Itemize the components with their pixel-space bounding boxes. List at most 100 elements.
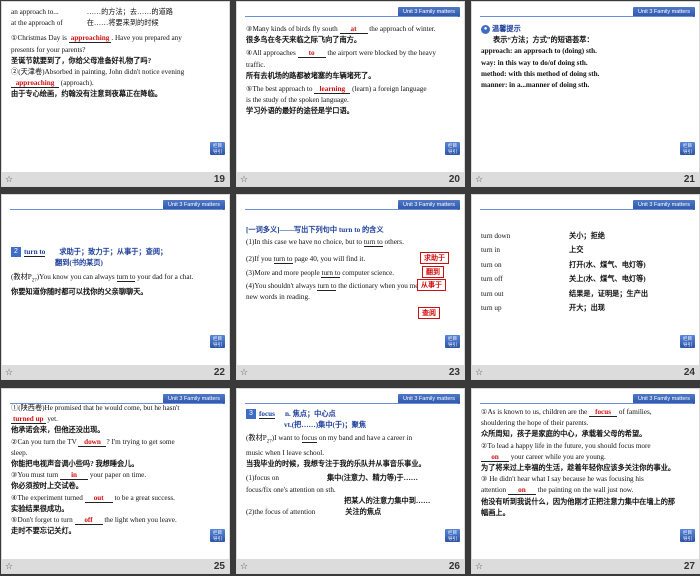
back-button[interactable]: 栏目 导引 <box>210 142 225 155</box>
slide-footer: ☆ 20 <box>237 172 464 186</box>
star-icon[interactable]: ☆ <box>240 368 248 378</box>
slide-number: 24 <box>683 367 695 378</box>
star-icon[interactable]: ☆ <box>5 368 13 378</box>
translation: 由于专心绘画，约翰没有注意到夜幕正在降临。 <box>11 90 162 99</box>
slide-content: ①As is known to us, children are the foc… <box>472 389 699 561</box>
star-icon[interactable]: ☆ <box>240 562 248 572</box>
slide-20[interactable]: ③Many kinds of birds fly south at the ap… <box>236 1 465 187</box>
translation: 幅画上。 <box>481 508 510 517</box>
sentence: to be a great success. <box>112 493 175 502</box>
header-divider <box>10 209 223 210</box>
answer-blank: to <box>297 49 326 59</box>
sentence: ②(天津卷)Absorbed in painting, John didn't … <box>11 68 185 77</box>
tip-line: approach: an approach to (doing) sth. <box>481 47 597 56</box>
phrase-cn: 结果是，证明是；生产出 <box>569 289 649 298</box>
back-button[interactable]: 栏目 导引 <box>680 529 695 542</box>
slide-23[interactable]: [一词多义]——写出下列句中 turn to 的含义 (1)In this ca… <box>236 194 465 380</box>
translation: 当我毕业的时候，我想专注于我的乐队并从事音乐事业。 <box>246 460 426 469</box>
slide-22[interactable]: 2 turn to 求助于；致力于；从事于；查阅； 翻到(书的某页) (教材P27)… <box>1 194 230 380</box>
translation: 所有去机场的路都被堵塞的车辆堵死了。 <box>246 71 376 80</box>
sentence: your career while you are young. <box>509 452 606 461</box>
star-icon[interactable]: ☆ <box>475 175 483 185</box>
sentence: ⑤The best approach to <box>246 85 315 94</box>
highlight-phrase: turn to <box>363 238 383 248</box>
example-sentence: music when I leave school. <box>246 449 325 458</box>
collocation: focus/fix one's attention on sth. <box>246 485 336 494</box>
slide-25[interactable]: ①(陕西卷)He promised that he would come, bu… <box>1 388 230 574</box>
phrase-en: turn on <box>481 260 502 269</box>
translation: 实验结果很成功。 <box>11 504 69 513</box>
star-icon[interactable]: ☆ <box>475 562 483 572</box>
sentence: ①As is known to us, children are the <box>481 408 590 416</box>
sentence: ②To lead a happy life in the future, you… <box>481 441 651 450</box>
slide-number: 20 <box>448 174 460 185</box>
translation: 学习外语的最好的途径是学口语。 <box>246 107 354 116</box>
answer-blank: out <box>84 494 113 503</box>
tip-line: 表示“方法；方式”的短语荟萃： <box>493 36 594 45</box>
slide-number: 22 <box>213 367 225 378</box>
slide-content: ①(陕西卷)He promised that he would come, bu… <box>2 389 229 561</box>
slide-24[interactable]: turn down 关小；拒绝 turn in 上交 turn on 打开(水、煤气、电灯… <box>471 194 700 380</box>
star-icon[interactable]: ☆ <box>5 562 13 572</box>
back-button[interactable]: 栏目 导引 <box>445 529 460 542</box>
phrase-cn: 开大；出现 <box>569 303 605 312</box>
answer-blank: on <box>481 453 509 462</box>
example-sentence: on my band and have a career in <box>317 434 413 443</box>
answer-stamp: 从事于 <box>417 279 446 291</box>
slide-21[interactable]: ● 温馨提示 表示“方法；方式”的短语荟萃： approach: an appro… <box>471 1 700 187</box>
slide-19[interactable]: an approach to... ……的方法；去……的道路 at the app… <box>1 1 230 187</box>
item-number: 2 <box>11 247 21 258</box>
highlight-phrase: turn to <box>116 273 136 283</box>
highlight-phrase: focus <box>301 434 318 444</box>
translation: 圣诞节就要到了，你给父母准备好礼物了吗? <box>11 56 152 65</box>
sentence: (4)You shouldn't always <box>246 281 318 290</box>
slide-content: ③Many kinds of birds fly south at the ap… <box>237 2 464 174</box>
tip-line: manner: in a...manner of doing sth. <box>481 81 590 90</box>
translation: 很多鸟在冬天来临之际飞向了南方。 <box>246 36 362 45</box>
answer-blank: on <box>507 486 536 496</box>
translation: 为了将来过上幸福的生活，趁着年轻你应该多关注你的事业。 <box>481 464 676 473</box>
slide-number: 25 <box>213 561 225 572</box>
sentence: page 40, you will find it. <box>292 255 366 264</box>
phrase-cn: 关小；拒绝 <box>569 232 605 240</box>
slide-26[interactable]: 3 focus n. 焦点；中心点 vt.(把……)集中(于)；聚焦 (教材P27)… <box>236 388 465 574</box>
translation: 众所周知，孩子是家庭的中心，承载着父母的希望。 <box>481 430 647 439</box>
translation: 他没有听到我说什么，因为他刚才正把注意力集中在墙上的那 <box>481 497 676 506</box>
star-icon[interactable]: ☆ <box>475 368 483 378</box>
textbook-ref: (教材P <box>246 434 267 443</box>
slide-number: 27 <box>683 561 695 572</box>
highlight-phrase: turn to <box>273 255 293 265</box>
sentence: is the study of the spoken language. <box>246 96 349 105</box>
sentence: your paper on time. <box>88 471 147 480</box>
slide-footer: ☆ 22 <box>2 365 229 379</box>
back-button[interactable]: 栏目 导引 <box>210 335 225 348</box>
back-button[interactable]: 栏目 导引 <box>210 529 225 542</box>
back-button[interactable]: 栏目 导引 <box>680 335 695 348</box>
slide-27[interactable]: ①As is known to us, children are the foc… <box>471 388 700 574</box>
sentence: computer science. <box>340 268 395 277</box>
answer-stamp: 求助于 <box>420 252 449 264</box>
phrase-en: turn down <box>481 232 511 240</box>
slide-number: 21 <box>683 174 695 185</box>
translation: 你必须按时上交试卷。 <box>11 482 83 491</box>
sentence: the airport were blocked by the heavy <box>325 49 436 58</box>
star-icon[interactable]: ☆ <box>240 175 248 185</box>
header-divider <box>245 209 458 210</box>
slide-footer: ☆ 26 <box>237 559 464 573</box>
star-icon[interactable]: ☆ <box>5 175 13 185</box>
slide-content: ● 温馨提示 表示“方法；方式”的短语荟萃： approach: an appro… <box>472 2 699 174</box>
sentence: shouldering the hope of their parents. <box>481 419 589 428</box>
sentence: ③ He didn't hear what I say because he w… <box>481 475 644 484</box>
phrase-meaning: ……的方法；去……的道路 <box>86 8 173 16</box>
back-button[interactable]: 栏目 导引 <box>680 142 695 155</box>
slide-footer: ☆ 25 <box>2 559 229 573</box>
header-divider <box>480 403 693 404</box>
tip-line: method: with this method of doing sth. <box>481 69 600 78</box>
back-button[interactable]: 栏目 导引 <box>445 142 460 155</box>
back-button[interactable]: 栏目 导引 <box>445 335 460 348</box>
slide-grid: an approach to... ……的方法；去……的道路 at the app… <box>0 0 700 576</box>
header-divider <box>245 16 458 17</box>
headword: turn to <box>24 248 46 257</box>
header-divider <box>10 403 223 404</box>
sentence: (3)More and more people <box>246 268 322 277</box>
